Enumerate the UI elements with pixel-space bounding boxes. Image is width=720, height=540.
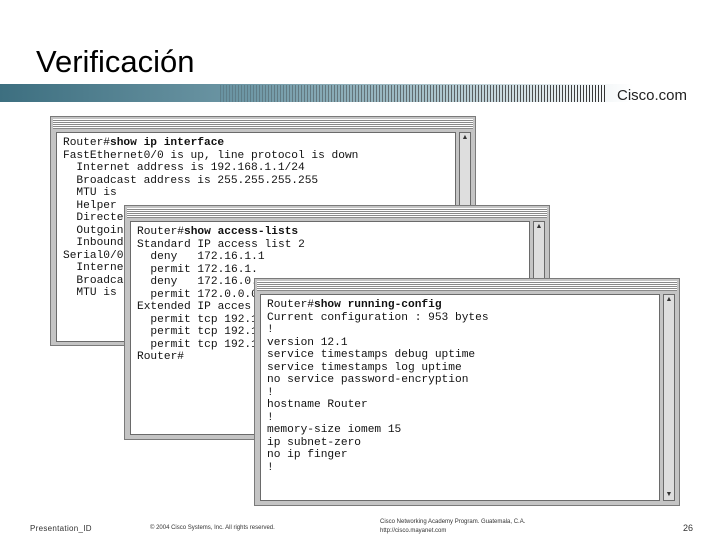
scroll-up-arrow-icon[interactable]: ▲ [534, 222, 544, 232]
terminal-window-show-running-config[interactable]: Router#show running-config Current config… [254, 278, 680, 506]
command: show access-lists [184, 226, 299, 238]
footer-academy-line: Cisco Networking Academy Program. Guatem… [380, 519, 526, 525]
window-titlebar[interactable] [53, 119, 473, 129]
output-line: ! [267, 411, 274, 424]
scroll-up-arrow-icon[interactable]: ▲ [664, 295, 674, 305]
output-line: ! [267, 461, 274, 474]
output-line: FastEthernet0/0 is up, line protocol is … [63, 149, 359, 162]
output-line: no service password-encryption [267, 374, 469, 386]
footer-academy-url: http://cisco.mayanet.com [380, 528, 447, 534]
slide-title: Verificación [36, 44, 195, 79]
output-line: MTU is [63, 187, 117, 199]
output-line: Current configuration : 953 bytes [267, 311, 489, 324]
output-line: hostname Router [267, 399, 368, 411]
scroll-down-arrow-icon[interactable]: ▼ [664, 490, 674, 500]
output-line: ! [267, 324, 274, 336]
output-line: service timestamps log uptime [267, 361, 462, 374]
terminal-text: Router#show running-config Current config… [267, 299, 489, 474]
command: show ip interface [110, 137, 225, 149]
command: show running-config [314, 299, 442, 311]
output-line: no ip finger [267, 449, 348, 461]
window-titlebar[interactable] [257, 281, 677, 291]
prompt: Router# [137, 226, 184, 238]
footer-academy: Cisco Networking Academy Program. Guatem… [380, 518, 525, 536]
output-line: Broadcast address is 255.255.255.255 [63, 174, 319, 187]
output-line: deny 172.16.1.1 [137, 251, 265, 263]
command-line: Router#show ip interface [63, 137, 358, 150]
command-line: Router#show running-config [267, 299, 489, 312]
output-line: Standard IP access list 2 [137, 238, 305, 251]
page-number: 26 [683, 523, 694, 533]
terminal-output: Router#show running-config Current config… [260, 294, 660, 501]
scroll-up-arrow-icon[interactable]: ▲ [460, 133, 470, 143]
prompt: Router# [63, 137, 110, 149]
header-barcode-decoration [220, 85, 605, 102]
command-line: Router#show access-lists [137, 226, 305, 239]
output-line: ! [267, 386, 274, 399]
footer-presentation-id: Presentation_ID [30, 524, 92, 533]
vertical-scrollbar[interactable]: ▲ ▼ [663, 294, 675, 501]
brand-logo-text: Cisco.com [617, 87, 688, 104]
output-line: memory-size iomem 15 [267, 424, 402, 436]
output-line: service timestamps debug uptime [267, 349, 476, 361]
output-line: Internet address is 192.168.1.1/24 [63, 162, 305, 174]
output-line: version 12.1 [267, 336, 348, 349]
output-line: ip subnet-zero [267, 436, 361, 449]
footer-copyright: © 2004 Cisco Systems, Inc. All rights re… [150, 525, 275, 531]
output-line: permit 172.16.1. [137, 263, 258, 276]
prompt: Router# [267, 299, 314, 311]
window-titlebar[interactable] [127, 208, 547, 218]
